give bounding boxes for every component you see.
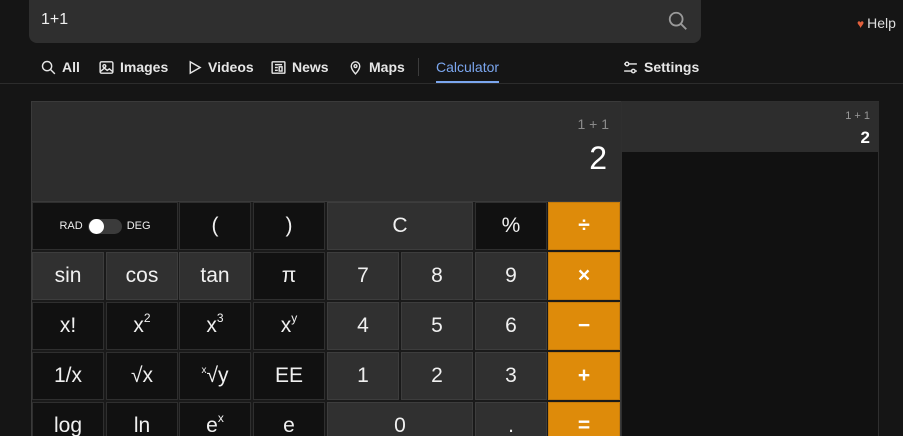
key-percent[interactable]: % (475, 202, 547, 250)
search-icon[interactable] (667, 10, 689, 32)
key-power-base: x (280, 314, 292, 337)
key-ee[interactable]: EE (253, 352, 325, 400)
key-left-paren[interactable]: ( (179, 202, 251, 250)
key-cube-exp: 3 (216, 311, 224, 325)
key-equals[interactable]: = (548, 402, 620, 436)
key-sin[interactable]: sin (32, 252, 104, 300)
tab-calculator[interactable]: Calculator (436, 56, 500, 83)
deg-label: DEG (126, 220, 151, 232)
display-result: 2 (589, 140, 607, 176)
history-result: 2 (860, 128, 870, 147)
key-cube[interactable]: x3 (179, 302, 251, 350)
tab-videos[interactable]: Videos (186, 56, 254, 78)
tabs-divider (0, 83, 903, 84)
key-cube-base: x (206, 314, 217, 337)
key-yroot[interactable]: x √y (179, 352, 251, 400)
key-6[interactable]: 6 (475, 302, 547, 350)
play-icon (189, 60, 202, 74)
key-square-exp: 2 (143, 311, 151, 325)
tab-news[interactable]: News (270, 56, 329, 78)
newspaper-icon (271, 60, 286, 74)
calculator-history: 1 + 1 2 (621, 101, 879, 436)
key-power-exp: y (291, 311, 298, 325)
history-expression: 1 + 1 (845, 110, 870, 122)
search-icon (41, 60, 56, 74)
key-e[interactable]: e (253, 402, 325, 436)
search-input[interactable]: 1+1 (41, 11, 68, 29)
key-factorial[interactable]: x! (32, 302, 104, 350)
heart-icon: ♥ (857, 17, 865, 31)
key-8[interactable]: 8 (401, 252, 473, 300)
help-label: Help (867, 15, 896, 31)
key-pi[interactable]: π (253, 252, 325, 300)
key-log[interactable]: log (32, 402, 104, 436)
key-5[interactable]: 5 (401, 302, 473, 350)
calculator-display: 1 + 1 2 (32, 102, 621, 202)
key-reciprocal[interactable]: 1/x (32, 352, 104, 400)
key-exp-exp: x (217, 411, 224, 425)
toggle-knob (88, 218, 104, 234)
key-tan[interactable]: tan (179, 252, 251, 300)
help-link[interactable]: ♥ Help (857, 15, 896, 31)
key-2[interactable]: 2 (401, 352, 473, 400)
key-divide[interactable]: ÷ (548, 202, 620, 250)
key-square-base: x (133, 314, 144, 337)
key-sqrt[interactable]: √x (106, 352, 178, 400)
tab-videos-label: Videos (208, 59, 254, 75)
key-minus[interactable]: − (548, 302, 620, 350)
key-1[interactable]: 1 (327, 352, 399, 400)
key-yroot-index: x (201, 364, 207, 376)
key-plus[interactable]: + (548, 352, 620, 400)
toggle-switch[interactable] (87, 218, 122, 234)
key-multiply[interactable]: × (548, 252, 620, 300)
tab-divider (418, 58, 419, 76)
tab-maps[interactable]: Maps (347, 56, 405, 78)
tab-maps-label: Maps (369, 59, 405, 75)
key-decimal[interactable]: . (475, 402, 547, 436)
key-clear[interactable]: C (327, 202, 473, 250)
key-right-paren[interactable]: ) (253, 202, 325, 250)
tab-images[interactable]: Images (98, 56, 168, 78)
search-tabs: All Images Videos News Maps Calculator S… (40, 56, 710, 86)
history-entry[interactable]: 1 + 1 2 (622, 102, 879, 152)
key-0[interactable]: 0 (327, 402, 473, 436)
tab-images-label: Images (120, 59, 169, 75)
key-power[interactable]: xy (253, 302, 325, 350)
rad-deg-toggle[interactable]: RAD DEG (32, 202, 178, 250)
tab-settings[interactable]: Settings (622, 56, 699, 78)
tab-settings-label: Settings (644, 59, 700, 75)
map-pin-icon (350, 60, 361, 75)
key-square[interactable]: x2 (106, 302, 178, 350)
sliders-icon (624, 60, 637, 74)
key-exp[interactable]: ex (179, 402, 251, 436)
image-icon (99, 60, 114, 74)
search-bar[interactable]: 1+1 (29, 0, 701, 43)
rad-label: RAD (59, 220, 83, 232)
key-7[interactable]: 7 (327, 252, 399, 300)
display-expression: 1 + 1 (577, 116, 609, 132)
key-cos[interactable]: cos (106, 252, 178, 300)
calculator-keypad: RAD DEG ( ) C % ÷ sin cos tan π 7 8 9 × … (32, 202, 621, 436)
tab-all-label: All (62, 59, 80, 75)
key-4[interactable]: 4 (327, 302, 399, 350)
calculator-widget: 1 + 1 2 RAD DEG ( ) C % ÷ sin cos tan π … (31, 101, 621, 436)
key-9[interactable]: 9 (475, 252, 547, 300)
tab-all[interactable]: All (40, 56, 80, 78)
tab-news-label: News (292, 59, 329, 75)
key-exp-base: e (206, 414, 218, 436)
tab-calculator-label: Calculator (436, 59, 500, 75)
key-ln[interactable]: ln (106, 402, 178, 436)
key-yroot-main: √y (206, 364, 229, 387)
key-3[interactable]: 3 (475, 352, 547, 400)
